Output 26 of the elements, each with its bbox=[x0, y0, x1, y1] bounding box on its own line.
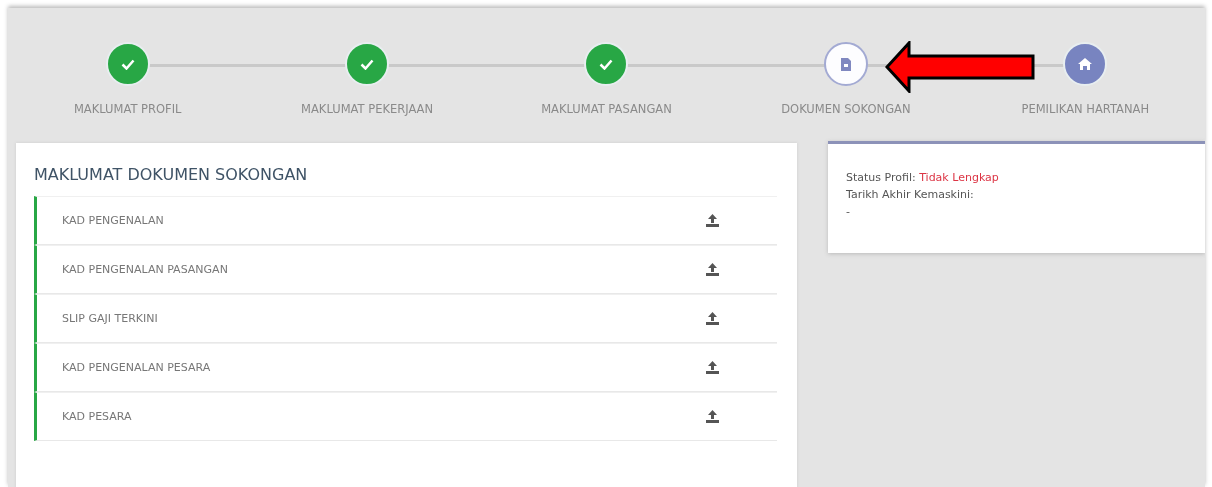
document-label: KAD PESARA bbox=[62, 410, 132, 423]
updated-label: Tarikh Akhir Kemaskini: bbox=[846, 187, 975, 203]
check-icon bbox=[360, 58, 375, 70]
upload-icon[interactable] bbox=[706, 410, 719, 423]
upload-icon[interactable] bbox=[706, 361, 719, 374]
updated-value: - bbox=[846, 204, 851, 220]
step-label: DOKUMEN SOKONGAN bbox=[781, 102, 911, 116]
step-label: MAKLUMAT PASANGAN bbox=[541, 102, 672, 116]
document-label: KAD PENGENALAN PESARA bbox=[62, 361, 211, 374]
document-label: KAD PENGENALAN bbox=[62, 214, 164, 227]
status-label: Status Profil: bbox=[846, 171, 916, 184]
upload-icon[interactable] bbox=[706, 263, 719, 276]
step-circle[interactable] bbox=[823, 42, 868, 86]
upload-icon[interactable] bbox=[706, 312, 719, 325]
status-value: Tidak Lengkap bbox=[919, 171, 999, 184]
step-label: MAKLUMAT PEKERJAAN bbox=[301, 102, 434, 116]
step-label: PEMILIKAN HARTANAH bbox=[1021, 102, 1150, 116]
upload-icon[interactable] bbox=[706, 214, 719, 227]
check-icon bbox=[599, 58, 614, 70]
document-label: KAD PENGENALAN PASANGAN bbox=[62, 263, 228, 276]
home-icon bbox=[1078, 58, 1093, 70]
document-icon bbox=[840, 57, 851, 71]
check-icon bbox=[120, 58, 135, 70]
card-title: MAKLUMAT DOKUMEN SOKONGAN bbox=[34, 165, 309, 184]
document-label: SLIP GAJI TERKINI bbox=[62, 312, 158, 325]
step-label: MAKLUMAT PROFIL bbox=[73, 102, 182, 116]
